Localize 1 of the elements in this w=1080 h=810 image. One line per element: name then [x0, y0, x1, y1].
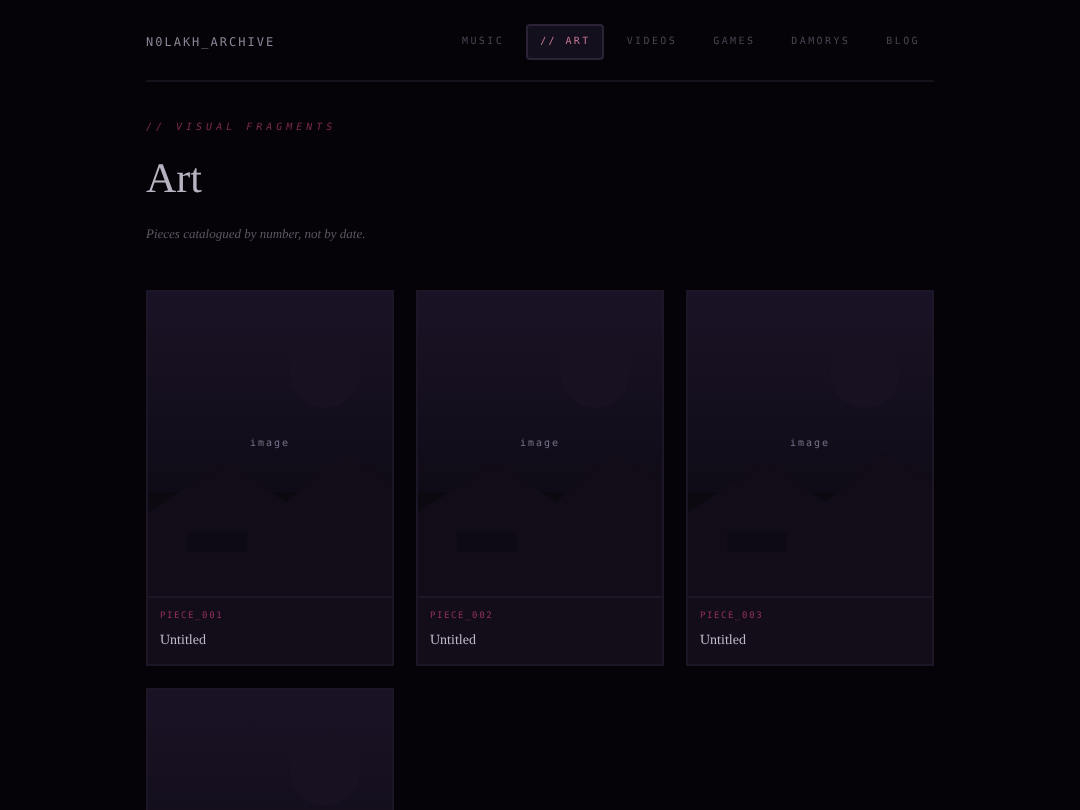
page-title: Art — [146, 154, 204, 204]
